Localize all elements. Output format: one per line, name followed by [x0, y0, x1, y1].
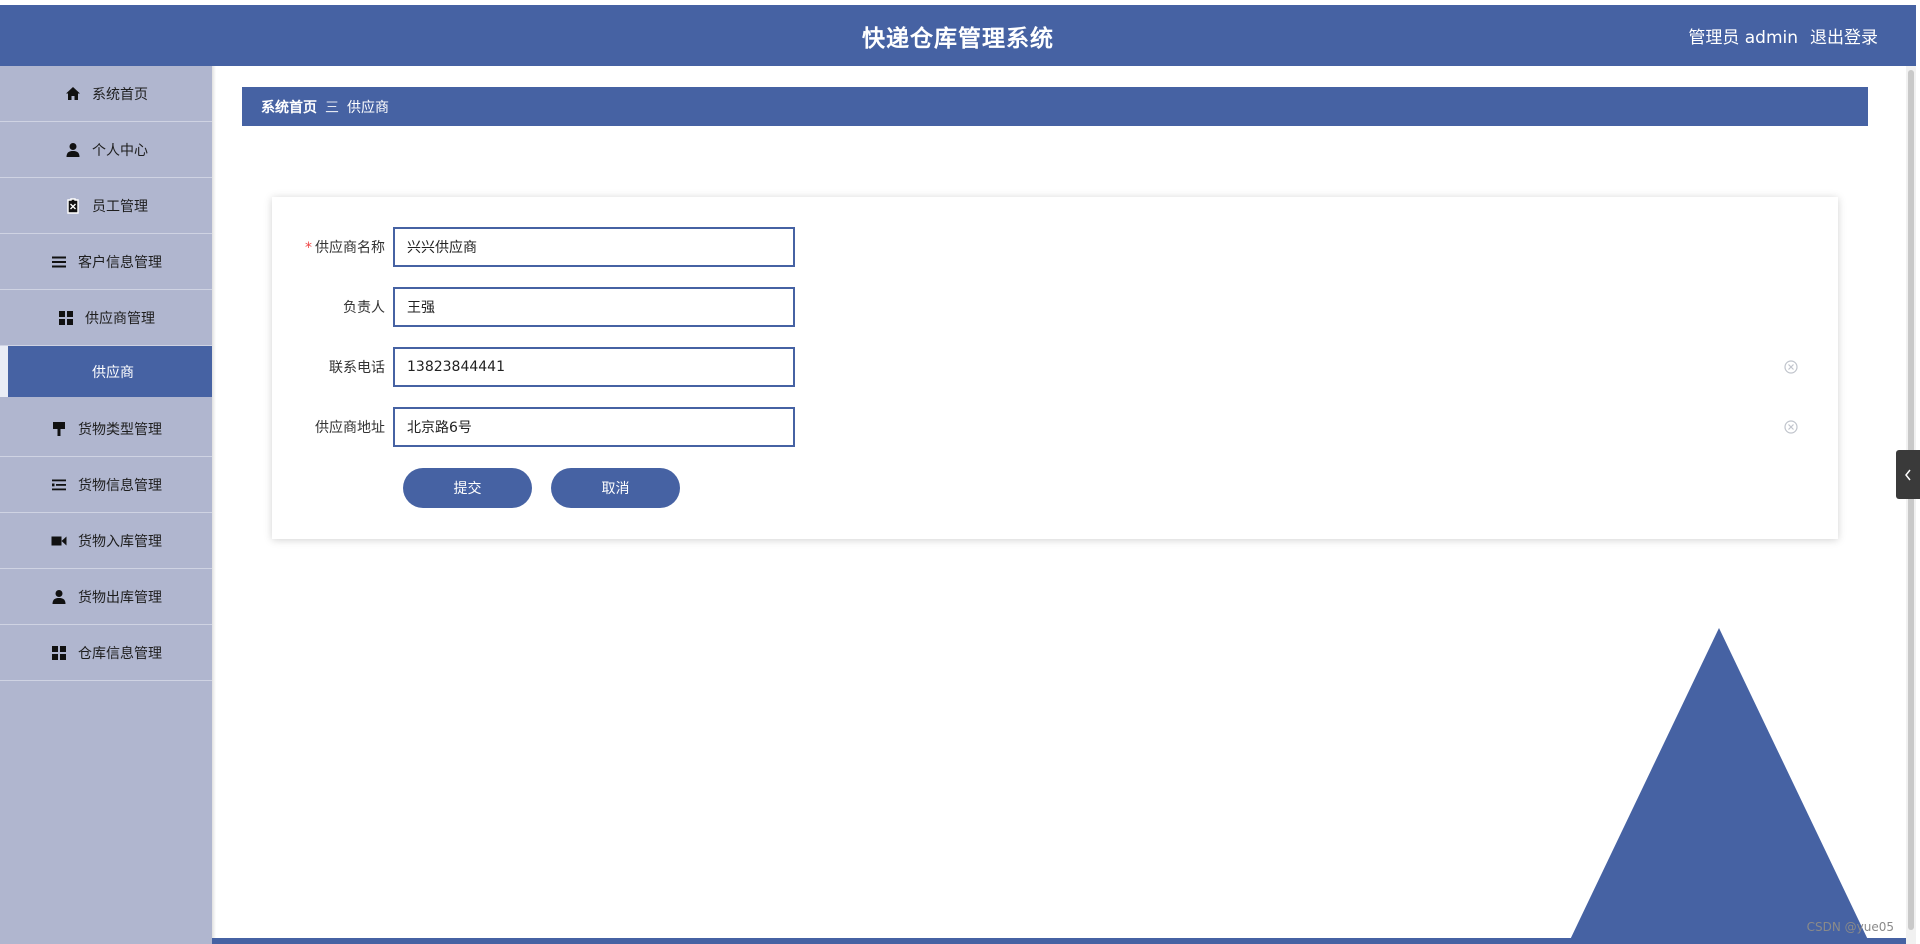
- home-icon: [64, 85, 82, 103]
- phone-label: 联系电话: [329, 360, 385, 376]
- brush-icon: [50, 420, 68, 438]
- sidebar-item-supplier-management[interactable]: 供应商管理: [0, 290, 212, 346]
- sidebar-item-staff[interactable]: 员工管理: [0, 178, 212, 234]
- supplier-name-input[interactable]: [393, 227, 795, 267]
- video-icon: [50, 532, 68, 550]
- current-user-label: 管理员 admin: [1688, 28, 1798, 48]
- submit-button[interactable]: 提交: [403, 468, 532, 508]
- list-indent-icon: [50, 476, 68, 494]
- user-area: 管理员 admin 退出登录: [1688, 5, 1878, 66]
- decorative-triangle: [1568, 628, 1870, 944]
- sidebar-item-label: 供应商: [92, 364, 134, 381]
- address-label: 供应商地址: [315, 420, 385, 436]
- clear-icon[interactable]: [1784, 420, 1798, 434]
- form-row-contact-person: 负责人: [272, 287, 1838, 327]
- sidebar-item-label: 系统首页: [92, 86, 148, 103]
- sidebar-shadow: [212, 66, 216, 944]
- top-header: 快递仓库管理系统 管理员 admin 退出登录: [0, 5, 1916, 66]
- user-icon: [50, 588, 68, 606]
- sidebar-item-goods-outbound[interactable]: 货物出库管理: [0, 569, 212, 625]
- sidebar: 系统首页 个人中心 员工管理 客户信息管理 供应商管理 供应商 货物类型管理 货…: [0, 66, 212, 944]
- side-panel-toggle[interactable]: [1896, 450, 1920, 499]
- app-title: 快递仓库管理系统: [862, 25, 1054, 52]
- sidebar-item-label: 个人中心: [92, 142, 148, 159]
- grid-icon: [57, 309, 75, 327]
- clear-icon[interactable]: [1784, 360, 1798, 374]
- list-icon: [50, 253, 68, 271]
- sidebar-item-label: 员工管理: [92, 198, 148, 215]
- chevron-left-icon: [1905, 469, 1911, 480]
- breadcrumb-separator: 三: [325, 99, 339, 116]
- sidebar-item-label: 货物入库管理: [78, 533, 162, 550]
- sidebar-item-customers[interactable]: 客户信息管理: [0, 234, 212, 290]
- cancel-button[interactable]: 取消: [551, 468, 680, 508]
- supplier-name-label: * 供应商名称: [272, 237, 393, 257]
- grid-icon: [50, 644, 68, 662]
- breadcrumb: 系统首页 三 供应商: [242, 87, 1868, 126]
- sidebar-item-home[interactable]: 系统首页: [0, 66, 212, 122]
- sidebar-subitem-supplier[interactable]: 供应商: [0, 346, 212, 397]
- contact-person-input[interactable]: [393, 287, 795, 327]
- breadcrumb-home[interactable]: 系统首页: [261, 97, 317, 117]
- clipboard-icon: [64, 197, 82, 215]
- address-input[interactable]: [393, 407, 795, 447]
- contact-person-label: 负责人: [343, 300, 385, 316]
- supplier-form-card: *供应商名称 负责人 联系电话 供应商地址 提交 取消: [272, 197, 1838, 539]
- sidebar-item-goods-info[interactable]: 货物信息管理: [0, 457, 212, 513]
- breadcrumb-current: 供应商: [347, 99, 389, 116]
- sidebar-item-label: 客户信息管理: [78, 254, 162, 271]
- bottom-bar: [212, 938, 1916, 944]
- user-icon: [64, 141, 82, 159]
- logout-link[interactable]: 退出登录: [1810, 23, 1878, 48]
- sidebar-item-goods-inbound[interactable]: 货物入库管理: [0, 513, 212, 569]
- form-row-supplier-name: * 供应商名称: [272, 227, 1838, 267]
- form-row-address: 供应商地址: [272, 407, 1838, 447]
- sidebar-item-warehouse-info[interactable]: 仓库信息管理: [0, 625, 212, 681]
- sidebar-item-label: 货物出库管理: [78, 589, 162, 606]
- required-mark: *: [305, 240, 312, 256]
- sidebar-item-label: 仓库信息管理: [78, 645, 162, 662]
- sidebar-item-label: 供应商管理: [85, 310, 155, 327]
- sidebar-item-label: 货物信息管理: [78, 477, 162, 494]
- scrollbar-thumb[interactable]: [1908, 70, 1914, 930]
- supplier-name-label-text: 供应商名称: [315, 240, 385, 256]
- watermark: CSDN @yue05: [1806, 920, 1894, 934]
- sidebar-item-personal-center[interactable]: 个人中心: [0, 122, 212, 178]
- form-row-phone: 联系电话: [272, 347, 1838, 387]
- phone-input[interactable]: [393, 347, 795, 387]
- sidebar-item-goods-type[interactable]: 货物类型管理: [0, 401, 212, 457]
- sidebar-item-label: 货物类型管理: [78, 421, 162, 438]
